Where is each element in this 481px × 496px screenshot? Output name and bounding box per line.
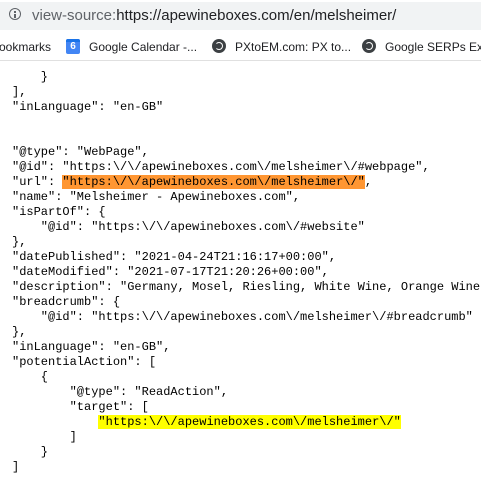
source-line: ] [12,430,77,444]
source-line: "@id": "https:\/\/apewineboxes.com\/#web… [12,220,365,234]
search-match: "https:\/\/apewineboxes.com\/melsheimer\… [98,415,401,429]
source-line: "name": "Melsheimer - Apewineboxes.com", [12,190,301,204]
url-scheme: view-source: [32,7,117,24]
globe-icon [362,39,376,53]
source-line: "@id": "https:\/\/apewineboxes.com\/mels… [12,160,430,174]
bookmark-item-google-calendar[interactable]: Google Calendar -... [89,40,197,54]
search-match-active: "https:\/\/apewineboxes.com\/melsheimer\… [62,175,365,189]
source-line: }, [12,325,27,339]
source-line: ], [12,85,27,99]
target-indent [12,415,98,429]
source-line-target: "https:\/\/apewineboxes.com\/melsheimer\… [12,415,401,430]
source-line: "@id": "https:\/\/apewineboxes.com\/mels… [12,310,473,324]
source-line: "inLanguage": "en-GB" [12,100,164,114]
source-line: } [12,445,49,459]
source-line: } [12,70,49,84]
source-line: "potentialAction": [ [12,355,157,369]
url-rest: https://apewineboxes.com/en/melsheimer/ [116,7,397,24]
bookmarks-bar: ookmarks 6 Google Calendar -... PXtoEM.c… [0,34,481,61]
bookmark-item-google-serps[interactable]: Google SERPs Extr [385,40,481,54]
google-calendar-icon: 6 [66,39,80,54]
source-line: "description": "Germany, Mosel, Riesling… [12,280,481,294]
source-view: } ], "inLanguage": "en-GB" "@type": "Web… [0,61,481,496]
source-line-url: "url": "https:\/\/apewineboxes.com\/mels… [12,175,372,190]
source-line: "breadcrumb": { [12,295,121,309]
source-line: "target": [ [12,400,149,414]
url-suffix: , [364,175,373,189]
bookmark-item-pxtoem[interactable]: PXtoEM.com: PX to... [235,40,351,54]
bookmark-item-bookmarks[interactable]: ookmarks [0,40,51,54]
source-line: "isPartOf": { [12,205,106,219]
source-line: "@type": "WebPage", [12,145,149,159]
address-bar: view-source:https://apewineboxes.com/en/… [0,0,481,34]
source-line: }, [12,235,27,249]
source-line: ] [12,460,20,474]
source-line: { [12,370,49,384]
url-key: "url": [12,175,63,189]
source-line: "inLanguage": "en-GB", [12,340,171,354]
source-line: "dateModified": "2021-07-17T21:20:26+00:… [12,265,329,279]
source-line: "@type": "ReadAction", [12,385,229,399]
url-text[interactable]: view-source:https://apewineboxes.com/en/… [32,7,396,24]
info-icon[interactable] [9,8,21,20]
globe-icon [212,39,226,53]
source-line: "datePublished": "2021-04-24T21:16:17+00… [12,250,337,264]
